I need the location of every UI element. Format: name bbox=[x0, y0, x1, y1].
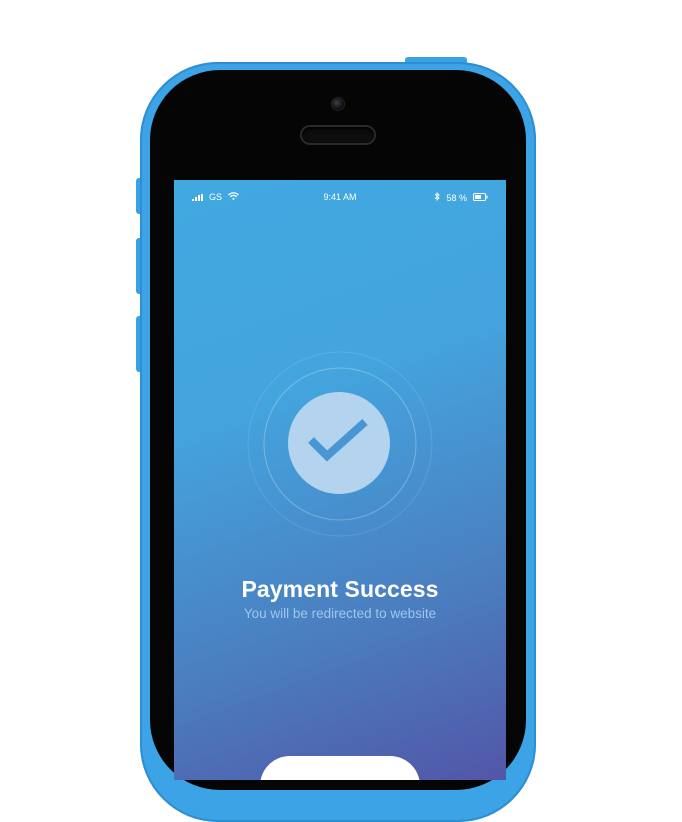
payment-success-title: Payment Success bbox=[241, 576, 439, 602]
battery-icon bbox=[473, 192, 488, 203]
checkmark-icon bbox=[307, 416, 371, 471]
status-right: 58 % bbox=[434, 191, 488, 203]
success-badge bbox=[288, 392, 390, 494]
front-camera bbox=[332, 98, 344, 110]
earpiece-speaker bbox=[302, 127, 374, 143]
status-bar: GS 9:41 AM 58 % bbox=[174, 191, 506, 206]
redirect-message: You will be redirected to website bbox=[243, 606, 437, 621]
phone-screen: GS 9:41 AM 58 % Payment Success You will… bbox=[174, 180, 506, 780]
bluetooth-icon bbox=[434, 191, 441, 203]
battery-percent: 58 % bbox=[446, 192, 467, 203]
continue-button[interactable] bbox=[260, 756, 420, 780]
